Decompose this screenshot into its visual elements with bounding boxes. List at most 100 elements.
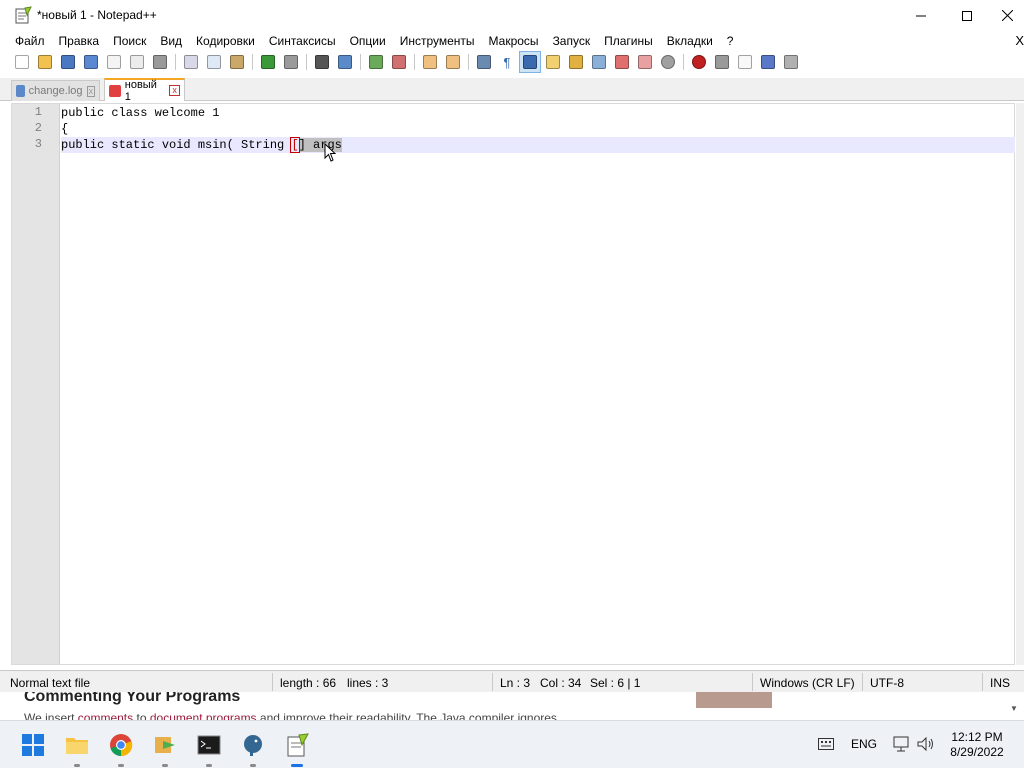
menu-file[interactable]: Файл bbox=[8, 34, 52, 48]
run-macro-multiple-button[interactable] bbox=[758, 52, 778, 72]
chrome-icon[interactable] bbox=[109, 733, 133, 757]
cut-button[interactable] bbox=[181, 52, 201, 72]
menu-tools[interactable]: Инструменты bbox=[393, 34, 482, 48]
save-button[interactable] bbox=[58, 52, 78, 72]
document-list-button[interactable] bbox=[589, 52, 609, 72]
file-explorer-icon[interactable] bbox=[65, 733, 89, 757]
save-all-button[interactable] bbox=[81, 52, 101, 72]
line-number: 3 bbox=[34, 137, 42, 151]
indent-guide-button[interactable] bbox=[519, 51, 541, 73]
mouse-cursor-icon bbox=[324, 143, 337, 162]
stop-macro-button[interactable] bbox=[712, 52, 732, 72]
menu-search[interactable]: Поиск bbox=[106, 34, 153, 48]
status-file-type: Normal text file bbox=[10, 676, 91, 690]
record-macro-button[interactable] bbox=[689, 52, 709, 72]
menu-language[interactable]: Синтаксисы bbox=[262, 34, 343, 48]
input-language[interactable]: ENG bbox=[851, 737, 877, 751]
vertical-scrollbar[interactable] bbox=[1016, 103, 1024, 665]
system-clock[interactable]: 12:12 PM 8/29/2022 bbox=[942, 730, 1012, 760]
menu-encoding[interactable]: Кодировки bbox=[189, 34, 262, 48]
menu-help[interactable]: ? bbox=[720, 34, 741, 48]
sync-horizontal-icon bbox=[446, 55, 460, 69]
editor-area[interactable]: 1 2 3 public class welcome 1 { public st… bbox=[11, 103, 1015, 665]
undo-icon bbox=[261, 55, 275, 69]
redo-icon bbox=[284, 55, 298, 69]
taskbar-active-indicator bbox=[291, 764, 303, 767]
toolbar-separator bbox=[414, 54, 415, 70]
file-transfer-icon[interactable] bbox=[153, 733, 177, 757]
show-all-characters-button[interactable]: ¶ bbox=[497, 52, 517, 72]
folder-icon bbox=[38, 55, 52, 69]
menu-window[interactable]: Вкладки bbox=[660, 34, 720, 48]
word-wrap-button[interactable] bbox=[474, 52, 494, 72]
save-macro-button[interactable] bbox=[781, 52, 801, 72]
new-file-button[interactable] bbox=[12, 52, 32, 72]
print-button[interactable] bbox=[150, 52, 170, 72]
code-line[interactable]: { bbox=[61, 121, 1015, 137]
tab-label: новый 1 bbox=[124, 78, 157, 103]
menu-macro[interactable]: Макросы bbox=[482, 34, 546, 48]
maximize-button[interactable] bbox=[944, 0, 990, 31]
tab-close-icon[interactable]: x bbox=[86, 85, 95, 97]
clock-time: 12:12 PM bbox=[951, 730, 1003, 744]
menu-close-document-button[interactable]: X bbox=[1015, 33, 1024, 48]
file-modified-icon bbox=[109, 84, 121, 97]
status-separator bbox=[272, 673, 273, 691]
sync-vertical-button[interactable] bbox=[420, 52, 440, 72]
menu-settings[interactable]: Опции bbox=[343, 34, 393, 48]
document-map-button[interactable] bbox=[566, 52, 586, 72]
open-file-button[interactable] bbox=[35, 52, 55, 72]
status-encoding[interactable]: UTF-8 bbox=[870, 676, 904, 690]
find-button[interactable] bbox=[312, 52, 332, 72]
paste-button[interactable] bbox=[227, 52, 247, 72]
windows-start-icon[interactable] bbox=[21, 733, 45, 757]
postgresql-elephant-icon[interactable] bbox=[241, 733, 265, 757]
copy-button[interactable] bbox=[204, 52, 224, 72]
status-insert-mode[interactable]: INS bbox=[990, 676, 1010, 690]
close-all-button[interactable] bbox=[127, 52, 147, 72]
network-icon[interactable] bbox=[893, 736, 911, 752]
close-button[interactable] bbox=[990, 0, 1024, 31]
redo-button[interactable] bbox=[281, 52, 301, 72]
monitoring-button[interactable] bbox=[658, 52, 678, 72]
menu-edit[interactable]: Правка bbox=[52, 34, 107, 48]
minimize-button[interactable] bbox=[898, 0, 944, 31]
save-macro-icon bbox=[784, 55, 798, 69]
document-programs-link[interactable]: document programs bbox=[150, 711, 257, 720]
udl-button[interactable] bbox=[543, 52, 563, 72]
tab-close-icon[interactable]: x bbox=[169, 85, 180, 96]
file-saved-icon bbox=[16, 85, 25, 97]
udl-icon bbox=[546, 55, 560, 69]
menu-run[interactable]: Запуск bbox=[546, 34, 598, 48]
scroll-down-arrow-icon[interactable]: ▼ bbox=[1010, 704, 1018, 713]
notepad-plus-plus-taskbar-icon[interactable] bbox=[285, 733, 309, 757]
function-list-button[interactable] bbox=[612, 52, 632, 72]
menu-view[interactable]: Вид bbox=[153, 34, 189, 48]
brace-highlight: [ bbox=[290, 137, 300, 153]
current-code-line[interactable]: public static void msin( String [] args bbox=[61, 137, 1015, 153]
keyboard-icon[interactable] bbox=[818, 738, 834, 750]
comments-link[interactable]: comments bbox=[78, 711, 133, 720]
menu-plugins[interactable]: Плагины bbox=[597, 34, 660, 48]
play-icon bbox=[738, 55, 752, 69]
code-line[interactable]: public class welcome 1 bbox=[61, 105, 1015, 121]
tab-new-1[interactable]: новый 1 x bbox=[104, 78, 185, 103]
sync-horizontal-button[interactable] bbox=[443, 52, 463, 72]
background-web-page: Commenting Your Programs We insert comme… bbox=[0, 692, 1024, 720]
undo-button[interactable] bbox=[258, 52, 278, 72]
word-wrap-icon bbox=[477, 55, 491, 69]
window-title: *новый 1 - Notepad++ bbox=[37, 8, 157, 22]
tab-change-log[interactable]: change.log x bbox=[11, 80, 100, 101]
close-file-button[interactable] bbox=[104, 52, 124, 72]
replace-icon bbox=[338, 55, 352, 69]
printer-icon bbox=[153, 55, 167, 69]
command-prompt-icon[interactable] bbox=[197, 733, 221, 757]
zoom-out-button[interactable] bbox=[389, 52, 409, 72]
zoom-in-button[interactable] bbox=[366, 52, 386, 72]
play-macro-button[interactable] bbox=[735, 52, 755, 72]
volume-icon[interactable] bbox=[917, 736, 935, 752]
status-eol[interactable]: Windows (CR LF) bbox=[760, 676, 855, 690]
save-all-icon bbox=[84, 55, 98, 69]
folder-as-workspace-button[interactable] bbox=[635, 52, 655, 72]
replace-button[interactable] bbox=[335, 52, 355, 72]
